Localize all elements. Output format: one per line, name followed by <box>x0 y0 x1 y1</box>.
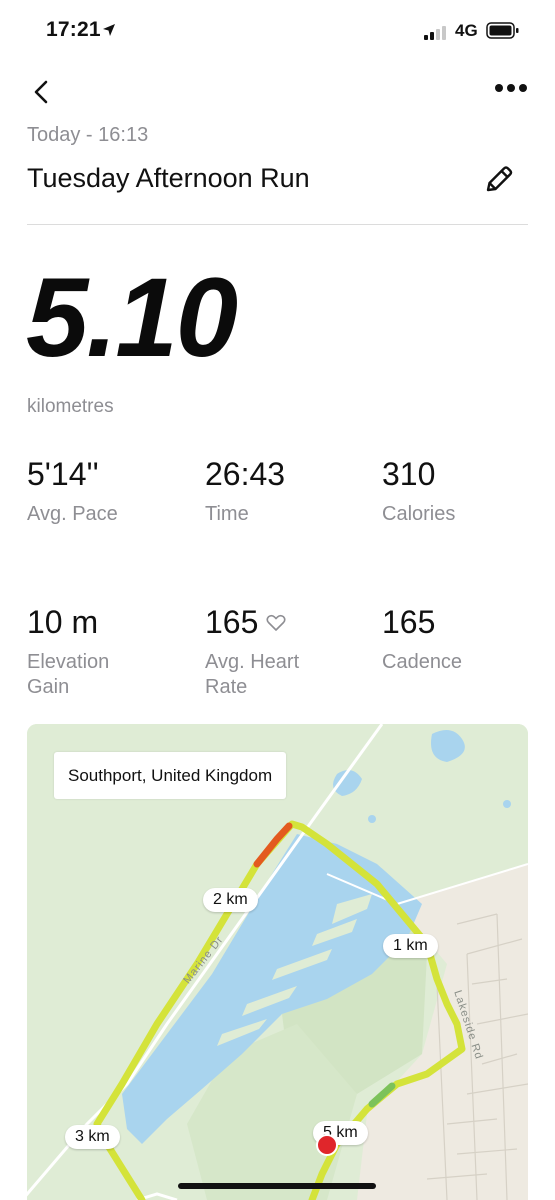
chevron-left-icon <box>34 80 48 104</box>
time-value: 26:43 <box>205 456 286 492</box>
network-type: 4G <box>455 21 478 40</box>
calories-label: Calories <box>382 503 456 525</box>
stat-heart-rate[interactable]: 165 Avg. Heart Rate <box>205 606 365 700</box>
elevation-value: 10 m <box>27 604 99 640</box>
distance-unit: kilometres <box>27 396 114 417</box>
elevation-label: Elevation Gain <box>27 651 110 698</box>
back-button[interactable] <box>30 78 56 106</box>
edit-title-button[interactable] <box>484 163 514 195</box>
avg-pace-value: 5'14'' <box>27 456 99 492</box>
run-date: Today - 16:13 <box>27 124 149 146</box>
more-options-button[interactable] <box>495 84 529 94</box>
cadence-label: Cadence <box>382 651 463 673</box>
km-marker-3: 3 km <box>65 1125 120 1149</box>
stat-time: 26:43 Time <box>205 458 365 527</box>
distance-value: 5.10 <box>26 255 238 380</box>
calories-value: 310 <box>382 456 436 492</box>
status-bar: 17:21 4G <box>0 0 555 62</box>
stat-elevation-gain: 10 m Elevation Gain <box>27 606 187 700</box>
km-marker-1: 1 km <box>383 934 438 958</box>
route-map[interactable]: Southport, United Kingdom 2 km 1 km 3 km… <box>27 724 528 1200</box>
location-arrow-icon <box>103 24 115 36</box>
run-title: Tuesday Afternoon Run <box>27 163 310 193</box>
location-label: Southport, United Kingdom <box>54 752 287 799</box>
avg-pace-label: Avg. Pace <box>27 503 118 525</box>
signal-strength-icon <box>424 24 450 40</box>
header-divider <box>27 224 528 225</box>
status-time: 17:21 <box>46 18 101 41</box>
km-marker-2: 2 km <box>203 888 258 912</box>
heart-rate-label: Avg. Heart Rate <box>205 651 300 698</box>
end-pin-icon <box>316 1134 338 1156</box>
time-label: Time <box>205 503 249 525</box>
stat-avg-pace: 5'14'' Avg. Pace <box>27 458 187 527</box>
stat-calories: 310 Calories <box>382 458 542 527</box>
cadence-value: 165 <box>382 604 436 640</box>
home-indicator[interactable] <box>178 1183 376 1189</box>
stat-cadence: 165 Cadence <box>382 606 542 675</box>
heart-rate-value: 165 <box>205 604 259 640</box>
heart-outline-icon <box>266 614 286 631</box>
pencil-icon <box>486 166 513 192</box>
battery-icon <box>486 22 519 39</box>
